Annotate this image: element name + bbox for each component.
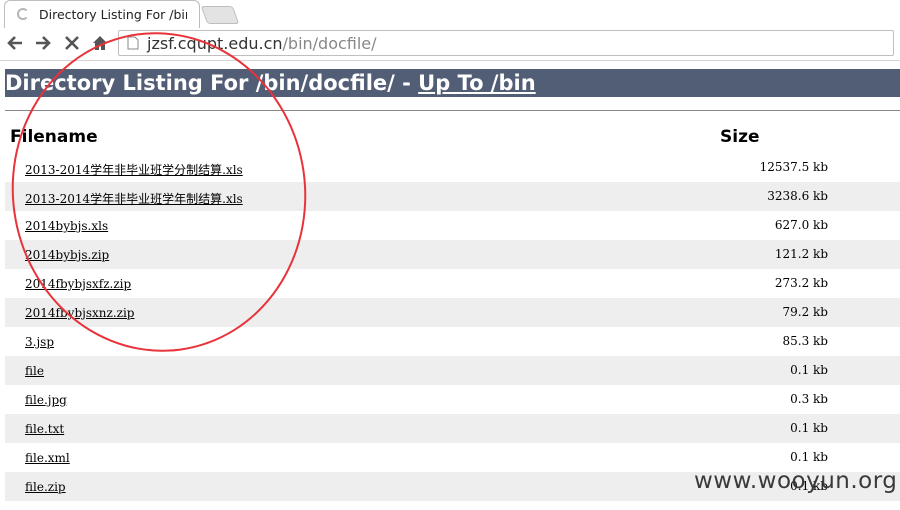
arrow-left-icon	[7, 36, 22, 50]
forward-button[interactable]	[31, 31, 55, 55]
size-column-header: Size	[720, 127, 760, 147]
divider	[5, 110, 900, 111]
up-to-parent-link[interactable]: Up To /bin	[418, 71, 536, 95]
file-size: 12537.5 kb	[759, 160, 828, 174]
home-button[interactable]	[88, 31, 112, 55]
file-link[interactable]: file.xml	[25, 451, 70, 465]
close-icon	[65, 36, 79, 50]
home-icon	[93, 36, 107, 50]
stop-button[interactable]	[60, 31, 84, 55]
file-size: 627.0 kb	[774, 218, 828, 232]
table-row: file.zip 0.1 kb	[5, 472, 900, 501]
table-row: file.xml 0.1 kb	[5, 443, 900, 472]
file-size: 0.1 kb	[790, 363, 828, 377]
file-link[interactable]: 2013-2014学年非毕业班学分制结算.xls	[25, 161, 243, 178]
table-row: file.txt 0.1 kb	[5, 414, 900, 443]
file-size: 0.1 kb	[790, 450, 828, 464]
file-list: 2013-2014学年非毕业班学分制结算.xls 12537.5 kb 2013-2…	[5, 153, 900, 501]
file-link[interactable]: file.jpg	[25, 393, 67, 407]
file-link[interactable]: 2014bybjs.zip	[25, 248, 109, 262]
url-text: jzsf.cqupt.edu.cn/bin/docfile/	[147, 34, 377, 53]
file-size: 0.1 kb	[790, 479, 828, 493]
browser-toolbar: jzsf.cqupt.edu.cn/bin/docfile/	[0, 28, 900, 61]
table-row: 2014fbybjsxnz.zip 79.2 kb	[5, 298, 900, 327]
table-row: 2014bybjs.zip 121.2 kb	[5, 240, 900, 269]
file-size: 85.3 kb	[782, 334, 829, 348]
table-row: 2013-2014学年非毕业班学年制结算.xls 3238.6 kb	[5, 182, 900, 211]
file-link[interactable]: 2014bybjs.xls	[25, 219, 108, 233]
tab-title: Directory Listing For /bin	[39, 7, 187, 22]
table-row: file.jpg 0.3 kb	[5, 385, 900, 414]
table-row: 2014fbybjsxfz.zip 273.2 kb	[5, 269, 900, 298]
browser-tab[interactable]: Directory Listing For /bin	[4, 0, 200, 28]
back-button[interactable]	[3, 31, 27, 55]
file-size: 121.2 kb	[774, 247, 828, 261]
arrow-right-icon	[36, 36, 51, 50]
file-link[interactable]: file.txt	[25, 422, 64, 436]
address-bar[interactable]: jzsf.cqupt.edu.cn/bin/docfile/	[118, 30, 894, 56]
new-tab-button[interactable]	[200, 6, 240, 24]
table-row: 3.jsp 85.3 kb	[5, 327, 900, 356]
spinner-icon	[17, 8, 29, 20]
filename-column-header: Filename	[10, 127, 98, 147]
file-link[interactable]: 2013-2014学年非毕业班学年制结算.xls	[25, 190, 243, 207]
file-link[interactable]: file.zip	[25, 480, 66, 494]
page-title: Directory Listing For /bin/docfile/ - Up…	[5, 69, 900, 97]
table-row: 2014bybjs.xls 627.0 kb	[5, 211, 900, 240]
file-link[interactable]: 2014fbybjsxnz.zip	[25, 306, 134, 320]
file-link[interactable]: file	[25, 364, 44, 378]
file-link[interactable]: 2014fbybjsxfz.zip	[25, 277, 131, 291]
page-title-text: Directory Listing For /bin/docfile/ -	[5, 71, 419, 95]
file-size: 0.1 kb	[790, 421, 828, 435]
tab-strip: Directory Listing For /bin	[0, 0, 900, 29]
table-row: file 0.1 kb	[5, 356, 900, 385]
file-size: 273.2 kb	[774, 276, 828, 290]
file-size: 79.2 kb	[782, 305, 829, 319]
page-icon	[127, 36, 139, 50]
url-path: /bin/docfile/	[282, 34, 377, 53]
file-size: 0.3 kb	[790, 392, 828, 406]
url-host: jzsf.cqupt.edu.cn	[147, 34, 283, 53]
file-size: 3238.6 kb	[767, 189, 828, 203]
table-row: 2013-2014学年非毕业班学分制结算.xls 12537.5 kb	[5, 153, 900, 182]
file-link[interactable]: 3.jsp	[25, 335, 54, 349]
